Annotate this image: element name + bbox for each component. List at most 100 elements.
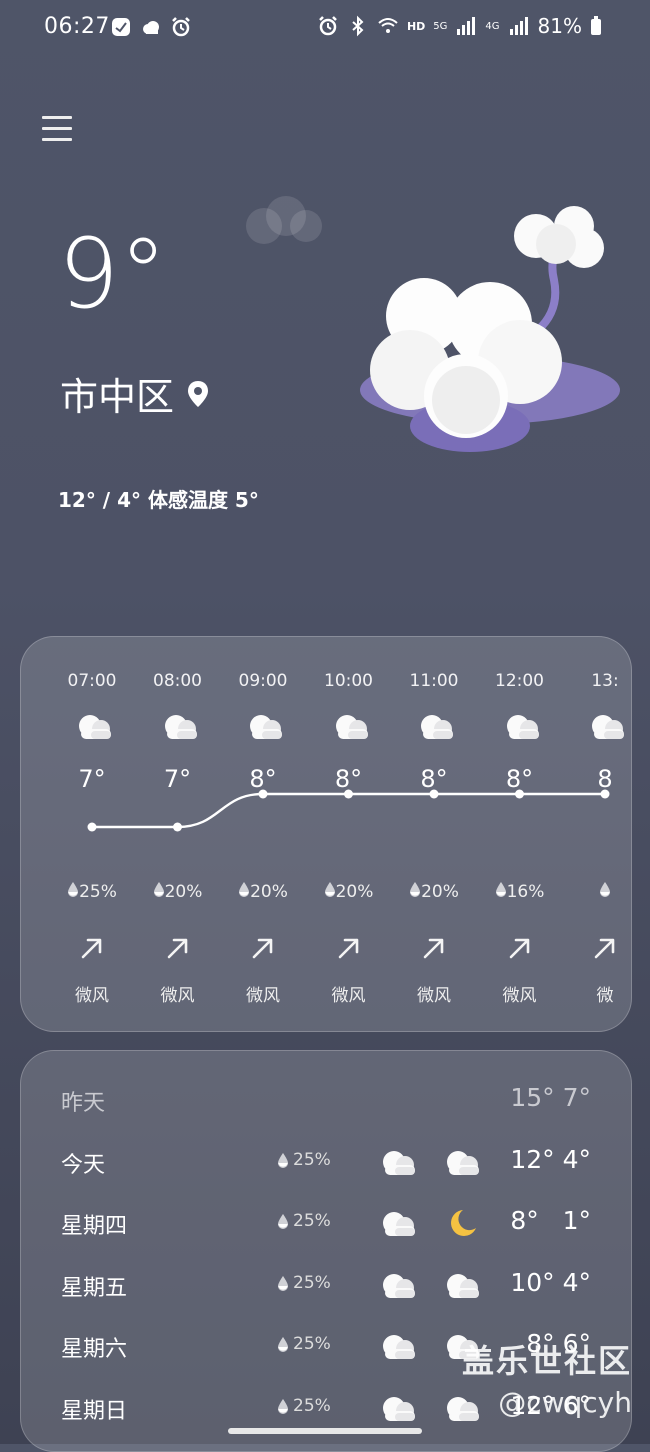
day-precipitation: 25%: [277, 1396, 331, 1416]
precipitation-drop-icon: [495, 882, 506, 897]
wifi-icon: [378, 18, 398, 33]
location-name: 市中区: [60, 375, 175, 419]
wind-direction-arrow-icon: [509, 938, 529, 959]
hour-temperature: 7°: [78, 765, 106, 793]
precipitation-drop-icon: [278, 1152, 288, 1168]
hour-time: 09:00: [238, 671, 288, 691]
day-name: 星期五: [61, 1275, 128, 1301]
temperature-point: [173, 822, 182, 832]
watermark-line1: 盖乐世社区: [461, 1342, 632, 1380]
location[interactable]: 市中区: [60, 366, 210, 421]
hd-label: HD: [406, 19, 426, 33]
temperature-point: [87, 822, 97, 832]
wind-direction-arrow-icon: [167, 938, 187, 959]
5g-label: 5G: [433, 20, 448, 32]
hour-temperature: 8°: [420, 765, 448, 793]
hour-time: 13:: [591, 671, 619, 691]
day-name: 今天: [61, 1152, 106, 1178]
temperature-trend-path: [91, 792, 605, 829]
precipitation-drop-icon: [278, 1214, 288, 1229]
hour-precipitation: 20%: [220, 881, 306, 902]
hour-wind: 微风: [246, 986, 280, 1006]
background-cloud-icon: [246, 196, 322, 244]
app-notification-icon: [112, 18, 130, 36]
day-temperature-range: 12° 4°: [510, 1144, 591, 1174]
cloud-icon: [335, 715, 368, 739]
hour-time: 07:00: [67, 671, 117, 691]
precipitation-drop-icon: [278, 1275, 288, 1291]
cloud-icon: [506, 715, 539, 739]
daily-row[interactable]: 星期五 25% 10° 4°: [21, 1254, 631, 1314]
daily-row[interactable]: 今天 25% 12° 4°: [21, 1131, 631, 1191]
cloud-icon: [421, 715, 453, 739]
cloud-icon: [383, 1396, 415, 1421]
hour-wind: 微风: [417, 986, 451, 1006]
cloud-icon: [164, 715, 197, 739]
cloud-icon: [79, 715, 111, 739]
location-pin-icon: [188, 380, 209, 407]
hour-time: 10:00: [324, 671, 373, 691]
hourly-forecast-card[interactable]: 07:00 7° 25% 微风 08:00 7° 20% 微风 09:00 8° 20% 微风 10:0…: [20, 636, 632, 1032]
hour-time: 08:00: [153, 671, 202, 691]
hour-precipitation: 16%: [477, 881, 563, 902]
day-precipitation: 25%: [277, 1211, 331, 1231]
wind-direction-arrow-icon: [252, 938, 273, 959]
menu-button[interactable]: [42, 116, 72, 146]
cloud-icon: [447, 1273, 479, 1298]
wind-direction-arrow-icon: [594, 938, 615, 959]
hour-temperature: 7°: [163, 765, 192, 793]
hour-time: 11:00: [409, 671, 459, 691]
battery-percent: 81%: [537, 14, 582, 38]
moon-icon: [451, 1210, 476, 1236]
hour-temperature: 8°: [334, 765, 363, 793]
day-name: 星期日: [61, 1398, 128, 1424]
battery-icon: [591, 16, 601, 35]
hour-wind: 微风: [502, 986, 537, 1006]
hour-precipitation: 20%: [135, 881, 221, 902]
hour-precipitation: 20%: [391, 881, 477, 902]
watermark-line2: @cwqcyh: [498, 1386, 632, 1419]
day-temperature-range: 15° 7°: [510, 1083, 591, 1112]
precipitation-drop-icon: [410, 882, 421, 897]
day-precipitation: 25%: [277, 1273, 331, 1293]
cloud-icon: [383, 1273, 415, 1298]
day-precipitation: 25%: [277, 1150, 331, 1170]
day-name: 星期六: [61, 1337, 128, 1362]
watermark: 盖乐世社区 @cwqcyh: [462, 1336, 632, 1419]
cloud-icon: [447, 1150, 479, 1175]
precipitation-drop-icon: [278, 1398, 288, 1414]
precipitation-drop-icon: [324, 882, 335, 897]
cloud-icon: [592, 715, 624, 739]
wind-direction-arrow-icon: [338, 938, 358, 959]
bluetooth-icon: [352, 15, 364, 37]
precipitation-drop-icon: [153, 882, 164, 897]
cloud-icon: [383, 1335, 415, 1359]
daily-row[interactable]: 昨天 15° 7°: [21, 1069, 631, 1129]
temp-range-feels-like: 12° / 4° 体感温度 5°: [58, 488, 259, 512]
wind-direction-arrow-icon: [423, 938, 444, 959]
day-name: 昨天: [61, 1091, 106, 1116]
cloud-icon: [383, 1212, 415, 1236]
alarm-icon: [172, 17, 190, 37]
wind-direction-arrow-icon: [81, 938, 102, 959]
day-precipitation: 25%: [277, 1334, 331, 1354]
navigation-handle[interactable]: [228, 1428, 422, 1434]
hour-temperature: 8°: [505, 765, 534, 793]
daily-row[interactable]: 星期四 25% 8° 1°: [21, 1192, 631, 1252]
alarm-icon: [319, 16, 337, 36]
cloud-icon: [250, 715, 282, 739]
day-temperature-range: 8° 1°: [510, 1206, 591, 1235]
precipitation-drop-icon: [239, 882, 250, 897]
weather-cloud-icon: [143, 21, 159, 34]
cloud-icon: [383, 1150, 415, 1175]
day-temperature-range: 10° 4°: [510, 1267, 591, 1297]
precipitation-drop-icon: [600, 882, 610, 897]
hour-wind: 微风: [75, 986, 109, 1006]
current-temperature: 9°: [58, 218, 168, 330]
signal-icon: [509, 17, 528, 35]
cloudy-weather-illustration: [360, 206, 620, 452]
day-name: 星期四: [61, 1214, 128, 1239]
status-bar: 06:27 HD 5G 4G 81%: [0, 0, 650, 56]
status-time: 06:27: [44, 14, 110, 39]
precipitation-drop-icon: [68, 882, 79, 897]
